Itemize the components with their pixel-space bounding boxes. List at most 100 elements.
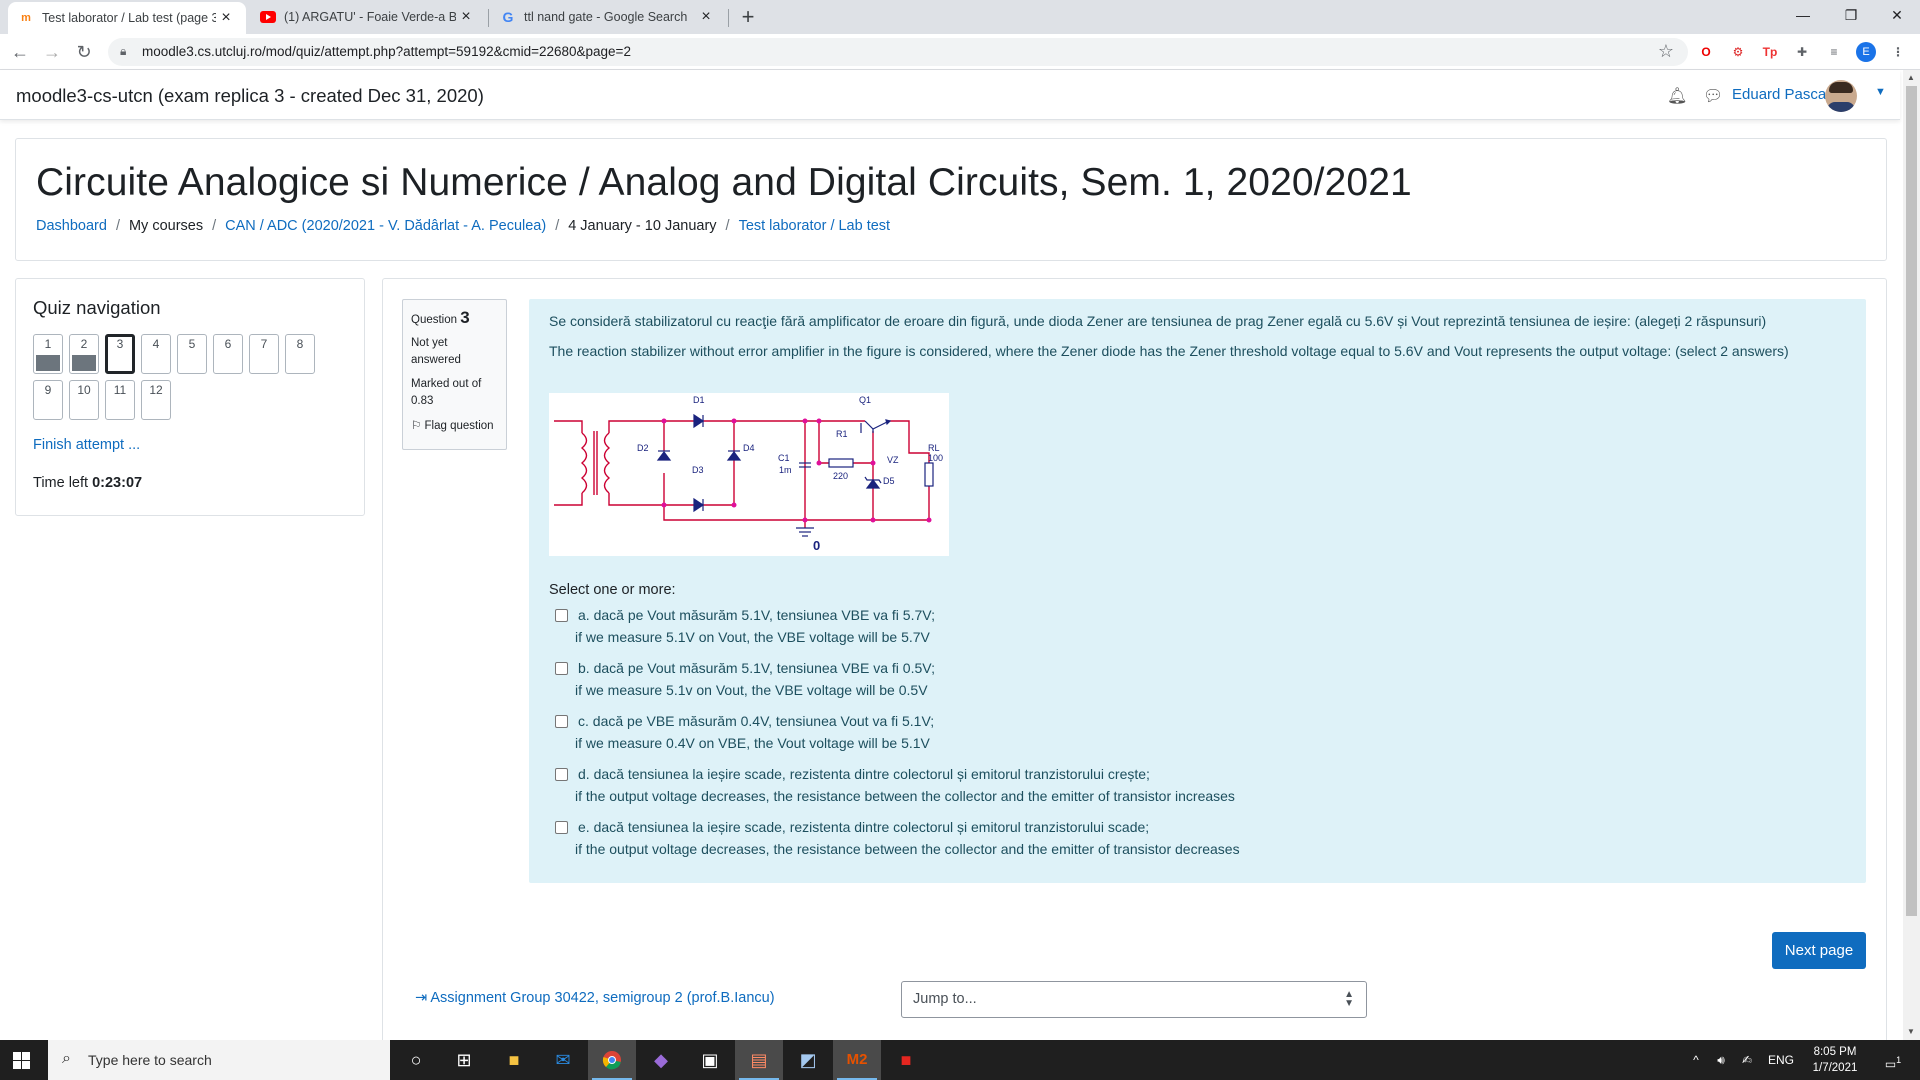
user-name[interactable]: Eduard Pasca xyxy=(1732,86,1826,103)
breadcrumb-week: 4 January - 10 January xyxy=(568,218,717,234)
label-d1: D1 xyxy=(693,395,705,405)
clock[interactable]: 8:05 PM 1/7/2021 xyxy=(1800,1044,1870,1076)
breadcrumb: Dashboard / My courses / CAN / ADC (2020… xyxy=(36,218,890,234)
restore-icon[interactable]: ❐ xyxy=(1828,0,1874,30)
file-explorer-icon[interactable]: ■ xyxy=(490,1040,538,1080)
extensions-puzzle-icon[interactable]: ✚ xyxy=(1793,43,1811,61)
flag-icon: ⚐ xyxy=(411,420,422,432)
profile-avatar[interactable]: E xyxy=(1856,42,1876,62)
window-close-icon[interactable]: ✕ xyxy=(1874,0,1920,30)
scrollbar-thumb[interactable] xyxy=(1906,86,1917,916)
label-rl: RL xyxy=(928,443,940,453)
site-name[interactable]: moodle3-cs-utcn (exam replica 3 - create… xyxy=(16,85,484,107)
breadcrumb-course[interactable]: CAN / ADC (2020/2021 - V. Dădârlat - A. … xyxy=(225,218,546,234)
notes-icon[interactable]: ◩ xyxy=(784,1040,832,1080)
tray-chevron-up-icon[interactable]: ^ xyxy=(1686,1040,1706,1080)
breadcrumb-separator: / xyxy=(115,218,120,234)
tab-separator xyxy=(488,9,489,27)
answer-checkbox[interactable] xyxy=(555,609,568,622)
label-d4: D4 xyxy=(743,443,755,453)
label-ground: 0 xyxy=(813,538,820,553)
finish-attempt-link[interactable]: Finish attempt ... xyxy=(33,437,140,453)
close-tab-icon[interactable]: × xyxy=(696,8,716,26)
close-tab-icon[interactable]: × xyxy=(456,8,476,26)
question-info: Question 3 Not yet answered Marked out o… xyxy=(402,299,507,450)
chevron-down-icon[interactable]: ▼ xyxy=(1875,86,1886,98)
answer-checkbox[interactable] xyxy=(555,715,568,728)
quiz-nav-button[interactable]: 6 xyxy=(213,334,243,374)
menu-dots-icon[interactable]: ⋮ xyxy=(1889,43,1907,61)
opera-extension-icon[interactable]: O xyxy=(1697,43,1715,61)
chrome-icon[interactable] xyxy=(588,1040,636,1080)
jump-to-select[interactable]: Jump to... ▲ ▼ xyxy=(901,981,1367,1018)
quiz-nav-button[interactable]: 5 xyxy=(177,334,207,374)
page-title: Circuite Analogice si Numerice / Analog … xyxy=(36,161,1412,204)
previous-activity-link[interactable]: ⇥ Assignment Group 30422, semigroup 2 (p… xyxy=(415,990,775,1006)
select-arrows-icon: ▲ ▼ xyxy=(1344,989,1354,1009)
answer-option-e[interactable]: e. dacă tensiunea la ieșire scade, rezis… xyxy=(555,816,1240,860)
moodle-icon: m xyxy=(21,12,31,24)
notification-icon[interactable]: ▭1 xyxy=(1878,1040,1908,1080)
extension-icon[interactable]: ⚙ xyxy=(1729,43,1747,61)
language-indicator[interactable]: ENG xyxy=(1764,1040,1798,1080)
tp-extension-icon[interactable]: Tp xyxy=(1761,43,1779,61)
quiz-nav-button[interactable]: 10 xyxy=(69,380,99,420)
store-icon[interactable]: ▣ xyxy=(686,1040,734,1080)
pen-icon[interactable]: ✍ xyxy=(1736,1040,1758,1080)
acrobat-icon[interactable]: ■ xyxy=(882,1040,930,1080)
breadcrumb-separator: / xyxy=(212,218,217,234)
quiz-nav-button[interactable]: 11 xyxy=(105,380,135,420)
quiz-nav-button[interactable]: 8 xyxy=(285,334,315,374)
breadcrumb-dashboard[interactable]: Dashboard xyxy=(36,218,107,234)
new-tab-button[interactable]: + xyxy=(736,4,760,30)
flag-question-link[interactable]: ⚐ Flag question xyxy=(411,418,498,435)
browser-tab-youtube[interactable]: (1) ARGATU' - Foaie Verde-a Bob × xyxy=(250,0,486,34)
quiz-nav-button-current[interactable]: 3 xyxy=(105,334,135,374)
address-bar[interactable]: 🔒︎ moodle3.cs.utcluj.ro/mod/quiz/attempt… xyxy=(108,38,1688,66)
answer-checkbox[interactable] xyxy=(555,662,568,675)
breadcrumb-my-courses: My courses xyxy=(128,218,204,234)
answer-checkbox[interactable] xyxy=(555,821,568,834)
task-view-icon[interactable]: ⊞ xyxy=(440,1040,488,1080)
avatar[interactable] xyxy=(1825,80,1857,112)
answer-option-b[interactable]: b. dacă pe Vout măsurăm 5.1V, tensiunea … xyxy=(555,657,935,701)
youtube-icon xyxy=(260,9,276,25)
quiz-navigation-block: Quiz navigation 1 2 3 4 5 6 7 8 9 10 11 … xyxy=(15,278,365,516)
browser-tab-moodle[interactable]: m Test laborator / Lab test (page 3 × xyxy=(8,2,246,34)
taskbar-search[interactable]: ⌕ Type here to search xyxy=(48,1040,390,1080)
app-icon[interactable]: ▤ xyxy=(735,1040,783,1080)
quiz-nav-button[interactable]: 1 xyxy=(33,334,63,374)
mail-icon[interactable]: ✉ xyxy=(539,1040,587,1080)
next-page-button[interactable]: Next page xyxy=(1772,932,1866,969)
scroll-up-icon[interactable]: ▲ xyxy=(1907,73,1915,82)
breadcrumb-quiz[interactable]: Test laborator / Lab test xyxy=(739,218,891,234)
browser-tab-strip: m Test laborator / Lab test (page 3 × (1… xyxy=(0,0,1920,34)
quiz-nav-button[interactable]: 12 xyxy=(141,380,171,420)
quiz-nav-button[interactable]: 4 xyxy=(141,334,171,374)
cortana-icon[interactable]: ○ xyxy=(392,1040,440,1080)
forward-icon[interactable]: → xyxy=(40,40,64,64)
quiz-nav-button[interactable]: 7 xyxy=(249,334,279,374)
chat-icon[interactable]: 💬︎ xyxy=(1703,86,1723,106)
back-icon[interactable]: ← xyxy=(8,40,32,64)
browser-tab-google[interactable]: G ttl nand gate - Google Search × xyxy=(490,0,726,34)
scroll-down-icon[interactable]: ▼ xyxy=(1907,1027,1915,1036)
windows-start-icon[interactable] xyxy=(13,1052,30,1069)
page-scrollbar[interactable]: ▲ ▼ xyxy=(1903,70,1920,1040)
answer-option-d[interactable]: d. dacă tensiunea la ieșire scade, rezis… xyxy=(555,763,1235,807)
reload-icon[interactable]: ↻ xyxy=(72,40,96,64)
bell-icon[interactable]: 🔔︎ xyxy=(1667,86,1687,106)
bookmark-star-icon[interactable]: ☆ xyxy=(1658,41,1674,62)
visual-studio-icon[interactable]: ◆ xyxy=(637,1040,685,1080)
volume-icon[interactable]: 🔊︎ xyxy=(1710,1040,1732,1080)
m2-app-icon[interactable]: M2 xyxy=(833,1040,881,1080)
question-grade: Marked out of 0.83 xyxy=(411,378,482,407)
close-tab-icon[interactable]: × xyxy=(216,9,236,27)
media-control-icon[interactable]: ≡ xyxy=(1825,43,1843,61)
answer-option-c[interactable]: c. dacă pe VBE măsurăm 0.4V, tensiunea V… xyxy=(555,710,934,754)
quiz-nav-button[interactable]: 9 xyxy=(33,380,63,420)
answer-checkbox[interactable] xyxy=(555,768,568,781)
quiz-nav-button[interactable]: 2 xyxy=(69,334,99,374)
answer-option-a[interactable]: a. dacă pe Vout măsurăm 5.1V, tensiunea … xyxy=(555,604,935,648)
minimize-icon[interactable]: — xyxy=(1780,0,1826,30)
